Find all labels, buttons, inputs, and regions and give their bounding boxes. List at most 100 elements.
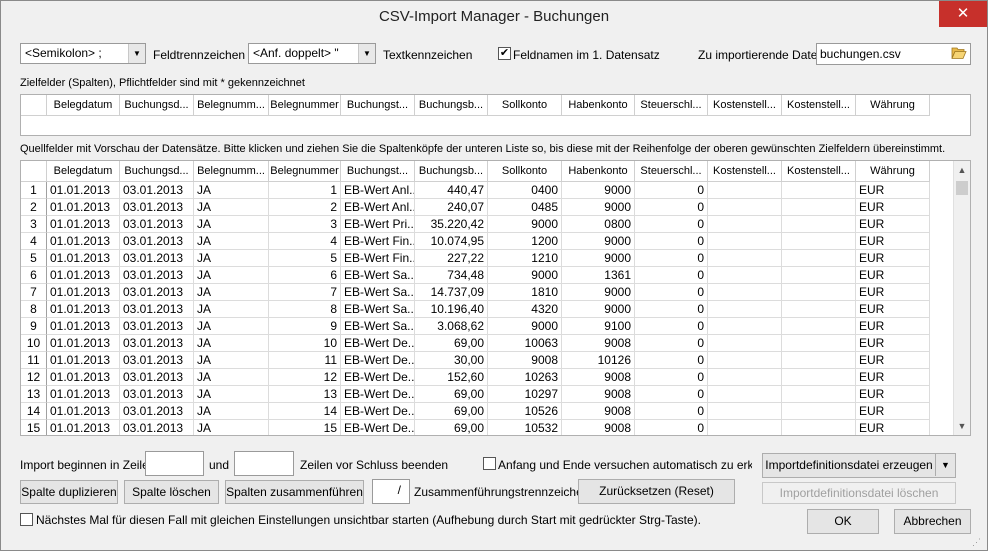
title-bar[interactable]: CSV-Import Manager - Buchungen ✕ (1, 1, 987, 33)
table-cell: 03.01.2013 (120, 386, 194, 403)
source-column-header[interactable]: Währung (856, 161, 930, 182)
table-cell: 35.220,42 (415, 216, 488, 233)
create-definition-button[interactable]: Importdefinitionsdatei erzeugen ▼ (762, 453, 956, 478)
merge-columns-button[interactable]: Spalten zusammenführen (225, 480, 364, 504)
table-row[interactable]: 9 01.01.2013 03.01.2013 JA 9 EB-Wert Sa... 3.0… (21, 318, 930, 335)
table-cell: 14.737,09 (415, 284, 488, 301)
table-cell (782, 318, 856, 335)
table-cell: EB-Wert Anl... (341, 199, 415, 216)
start-row-label: Import beginnen in Zeile: (20, 458, 153, 472)
source-grid[interactable]: Belegdatum Buchungsd... Belegnumm... Belegn… (20, 160, 971, 436)
table-cell: 0 (635, 386, 708, 403)
separator-select[interactable]: <Semikolon> ; ▼ (20, 43, 146, 64)
close-button[interactable]: ✕ (939, 1, 987, 27)
table-row[interactable]: 3 01.01.2013 03.01.2013 JA 3 EB-Wert Pri... 35… (21, 216, 930, 233)
scroll-thumb[interactable] (956, 181, 968, 195)
table-cell: JA (194, 318, 269, 335)
source-column-header[interactable]: Buchungst... (341, 161, 415, 182)
table-row[interactable]: 15 01.01.2013 03.01.2013 JA 15 EB-Wert De... 6… (21, 420, 930, 435)
table-row[interactable]: 8 01.01.2013 03.01.2013 JA 8 EB-Wert Sa... 10.… (21, 301, 930, 318)
target-column-header[interactable]: Habenkonto (562, 95, 635, 116)
start-row-input[interactable] (145, 451, 204, 476)
source-header[interactable]: Belegdatum Buchungsd... Belegnumm... Belegn… (21, 161, 930, 182)
delete-column-button[interactable]: Spalte löschen (124, 480, 219, 504)
target-column-header[interactable]: Buchungsd... (120, 95, 194, 116)
table-row[interactable]: 4 01.01.2013 03.01.2013 JA 4 EB-Wert Fin... 10… (21, 233, 930, 250)
table-cell: 0 (635, 267, 708, 284)
table-cell: 0 (635, 250, 708, 267)
row-number: 13 (21, 386, 47, 403)
source-column-header[interactable]: Kostenstell... (708, 161, 782, 182)
table-cell (708, 386, 782, 403)
table-row[interactable]: 2 01.01.2013 03.01.2013 JA 2 EB-Wert Anl... 24… (21, 199, 930, 216)
table-row[interactable]: 13 01.01.2013 03.01.2013 JA 13 EB-Wert De... 6… (21, 386, 930, 403)
table-cell: 01.01.2013 (47, 216, 120, 233)
target-column-header[interactable]: Währung (856, 95, 930, 116)
invisible-start-checkbox[interactable] (20, 513, 33, 526)
table-cell (782, 420, 856, 435)
target-column-header[interactable]: Kostenstell... (708, 95, 782, 116)
auto-detect-checkbox[interactable] (483, 457, 496, 470)
source-column-header[interactable]: Steuerschl... (635, 161, 708, 182)
source-column-header (21, 161, 47, 182)
source-column-header[interactable]: Belegdatum (47, 161, 120, 182)
scroll-down-icon[interactable]: ▼ (954, 418, 970, 434)
source-column-header[interactable]: Belegnumm... (194, 161, 269, 182)
table-cell (782, 182, 856, 199)
table-row[interactable]: 11 01.01.2013 03.01.2013 JA 11 EB-Wert De... 3… (21, 352, 930, 369)
chevron-down-icon[interactable]: ▼ (935, 454, 955, 476)
source-column-header[interactable]: Belegnummer (269, 161, 341, 182)
table-cell: JA (194, 199, 269, 216)
table-cell: 01.01.2013 (47, 420, 120, 435)
target-column-header[interactable]: Kostenstell... (782, 95, 856, 116)
table-cell: 9000 (488, 216, 562, 233)
merge-separator-input[interactable]: / (372, 479, 410, 504)
folder-open-icon[interactable] (951, 46, 967, 60)
target-column-header[interactable]: Steuerschl... (635, 95, 708, 116)
source-column-header[interactable]: Buchungsb... (415, 161, 488, 182)
table-row[interactable]: 6 01.01.2013 03.01.2013 JA 6 EB-Wert Sa... 734… (21, 267, 930, 284)
source-column-header[interactable]: Habenkonto (562, 161, 635, 182)
target-column-header[interactable]: Belegnumm... (194, 95, 269, 116)
end-row-label: Zeilen vor Schluss beenden (300, 458, 449, 472)
reset-button[interactable]: Zurücksetzen (Reset) (578, 479, 735, 504)
table-cell: 9000 (562, 233, 635, 250)
source-column-header[interactable]: Sollkonto (488, 161, 562, 182)
source-column-header[interactable]: Kostenstell... (782, 161, 856, 182)
chevron-down-icon[interactable]: ▼ (128, 44, 145, 63)
target-column-header[interactable]: Belegnummer (269, 95, 341, 116)
target-column-header[interactable]: Sollkonto (488, 95, 562, 116)
invisible-start-label: Nächstes Mal für diesen Fall mit gleiche… (36, 513, 701, 527)
table-row[interactable]: 5 01.01.2013 03.01.2013 JA 5 EB-Wert Fin... 22… (21, 250, 930, 267)
table-row[interactable]: 1 01.01.2013 03.01.2013 JA 1 EB-Wert Anl... 44… (21, 182, 930, 199)
table-cell: 10532 (488, 420, 562, 435)
table-cell: 4320 (488, 301, 562, 318)
table-row[interactable]: 7 01.01.2013 03.01.2013 JA 7 EB-Wert Sa... 14.… (21, 284, 930, 301)
table-cell: EUR (856, 403, 930, 420)
duplicate-column-button[interactable]: Spalte duplizieren (20, 480, 118, 504)
end-row-input[interactable] (234, 451, 294, 476)
ok-button[interactable]: OK (807, 509, 879, 534)
vertical-scrollbar[interactable]: ▲ ▼ (953, 161, 970, 435)
resize-grip-icon[interactable]: ⋰ (972, 537, 981, 548)
file-input[interactable]: buchungen.csv (816, 43, 971, 65)
target-column-header[interactable]: Belegdatum (47, 95, 120, 116)
text-qualifier-select[interactable]: <Anf. doppelt> " ▼ (248, 43, 376, 64)
table-row[interactable]: 14 01.01.2013 03.01.2013 JA 14 EB-Wert De... 6… (21, 403, 930, 420)
check-icon: ✔ (499, 47, 510, 59)
table-cell: 9008 (562, 335, 635, 352)
table-row[interactable]: 10 01.01.2013 03.01.2013 JA 10 EB-Wert De... 6… (21, 335, 930, 352)
table-cell: EB-Wert De... (341, 369, 415, 386)
delete-definition-button[interactable]: Importdefinitionsdatei löschen (762, 482, 956, 504)
source-column-header[interactable]: Buchungsd... (120, 161, 194, 182)
table-cell: 734,48 (415, 267, 488, 284)
target-column-header[interactable]: Buchungsb... (415, 95, 488, 116)
chevron-down-icon[interactable]: ▼ (358, 44, 375, 63)
cancel-button[interactable]: Abbrechen (894, 509, 971, 534)
table-row[interactable]: 12 01.01.2013 03.01.2013 JA 12 EB-Wert De... 1… (21, 369, 930, 386)
target-column-header[interactable]: Buchungst... (341, 95, 415, 116)
target-grid[interactable]: Belegdatum Buchungsd... Belegnumm... Belegn… (20, 94, 971, 136)
scroll-up-icon[interactable]: ▲ (954, 162, 970, 178)
fieldnames-checkbox[interactable]: ✔ (498, 47, 511, 60)
table-cell: EB-Wert De... (341, 352, 415, 369)
